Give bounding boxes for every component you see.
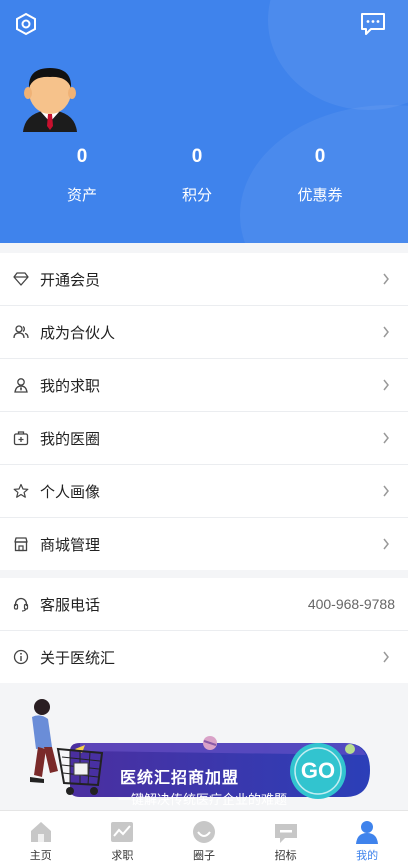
franchise-banner[interactable]: 医统汇招商加盟 一键解决传统医疗企业的难题 GO — [0, 685, 408, 810]
info-icon — [13, 649, 29, 665]
tab-bidding[interactable]: 招标 — [245, 811, 327, 866]
star-icon — [13, 483, 29, 498]
businessman-avatar[interactable] — [17, 62, 83, 132]
chat-message-icon[interactable] — [360, 12, 386, 36]
chevron-right-icon — [383, 379, 389, 391]
chevron-right-icon — [383, 432, 389, 444]
tab-label: 招标 — [274, 850, 297, 862]
menu-item-medical-circle[interactable]: 我的医圈 — [0, 412, 408, 465]
tab-mine[interactable]: 我的 — [326, 811, 408, 866]
stat-label: 资产 — [66, 187, 97, 204]
menu-group-main: 开通会员 成为合伙人 我的求职 我的医圈 个人画像 商城管理 — [0, 253, 408, 570]
menu-item-service-phone[interactable]: 客服电话 400-968-9788 — [0, 578, 408, 631]
menu-item-label: 客服电话 — [40, 596, 101, 614]
tab-job[interactable]: 求职 — [82, 811, 164, 866]
tab-home[interactable]: 主页 — [0, 811, 82, 866]
banner-go-button[interactable]: GO — [298, 758, 338, 784]
menu-item-portrait[interactable]: 个人画像 — [0, 465, 408, 518]
stat-value: 0 — [191, 146, 203, 167]
menu-item-about[interactable]: 关于医统汇 — [0, 631, 408, 683]
stat-coupons[interactable]: 0 优惠券 — [260, 145, 380, 205]
chevron-right-icon — [383, 538, 389, 550]
menu-item-label: 商城管理 — [40, 536, 101, 554]
home-icon — [30, 822, 51, 842]
menu-item-label: 开通会员 — [40, 271, 101, 289]
menu-item-partner[interactable]: 成为合伙人 — [0, 306, 408, 359]
settings-hexagon-icon[interactable] — [14, 12, 38, 36]
service-phone-number[interactable]: 400-968-9788 — [308, 596, 395, 612]
tab-circle[interactable]: 圈子 — [163, 811, 245, 866]
menu-item-label: 我的求职 — [40, 377, 101, 395]
chevron-right-icon — [383, 326, 389, 338]
stat-value: 0 — [314, 146, 326, 167]
bottom-tab-bar: 主页 求职 圈子 招标 我的 — [0, 810, 408, 866]
tab-label: 求职 — [111, 850, 134, 862]
menu-item-job[interactable]: 我的求职 — [0, 359, 408, 412]
banner-title: 医统汇招商加盟 — [120, 770, 240, 787]
circle-icon — [192, 821, 215, 843]
stat-value: 0 — [76, 146, 88, 167]
stat-points[interactable]: 0 积分 — [137, 145, 257, 205]
menu-group-support: 客服电话 400-968-9788 关于医统汇 — [0, 578, 408, 683]
medical-box-icon — [13, 431, 29, 446]
diamond-icon — [13, 272, 29, 286]
tab-label: 我的 — [356, 850, 379, 862]
profile-header: 0 资产 0 积分 0 优惠券 — [0, 0, 408, 243]
bidding-icon — [274, 824, 297, 843]
tab-label: 主页 — [29, 850, 52, 862]
tab-label: 圈子 — [192, 850, 215, 862]
headset-icon — [13, 597, 29, 612]
menu-item-label: 个人画像 — [40, 483, 101, 501]
header-decoration — [268, 0, 408, 110]
stat-assets[interactable]: 0 资产 — [22, 145, 142, 205]
job-seeker-icon — [14, 378, 28, 393]
job-chart-icon — [111, 822, 134, 842]
menu-item-store[interactable]: 商城管理 — [0, 518, 408, 570]
menu-item-label: 成为合伙人 — [40, 324, 116, 342]
chevron-right-icon — [383, 273, 389, 285]
chevron-right-icon — [383, 651, 389, 663]
menu-item-label: 我的医圈 — [40, 430, 101, 448]
menu-item-label: 关于医统汇 — [40, 649, 116, 667]
store-icon — [14, 537, 28, 552]
profile-icon — [356, 821, 379, 844]
stat-label: 积分 — [181, 187, 212, 204]
banner-subtitle: 一键解决传统医疗企业的难题 — [118, 792, 288, 807]
chevron-right-icon — [383, 485, 389, 497]
partner-icon — [13, 325, 29, 339]
stat-label: 优惠券 — [297, 187, 343, 204]
menu-item-membership[interactable]: 开通会员 — [0, 253, 408, 306]
